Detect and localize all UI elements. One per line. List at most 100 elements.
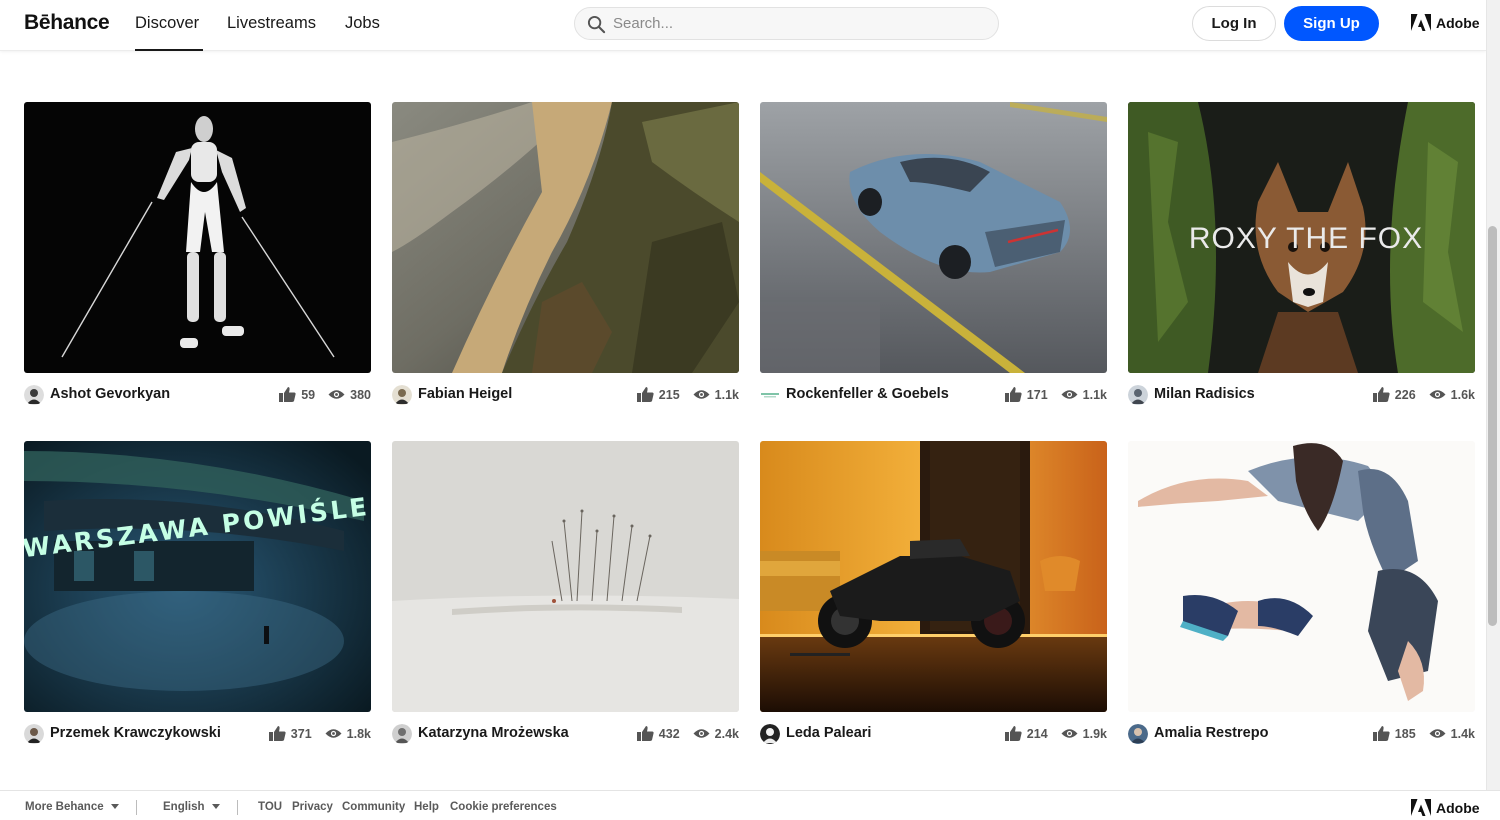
- view-count: 1.6k: [1450, 387, 1475, 402]
- project-thumbnail[interactable]: [1128, 441, 1475, 712]
- view-count: 1.1k: [714, 387, 739, 402]
- scrollbar-thumb[interactable]: [1488, 226, 1497, 626]
- language-selector[interactable]: English: [163, 801, 220, 813]
- project-meta: Milan Radisics 226 1.6k: [1128, 383, 1475, 409]
- nav-livestreams[interactable]: Livestreams: [227, 14, 316, 33]
- owner-name[interactable]: Rockenfeller & Goebels: [786, 386, 949, 402]
- search-bar[interactable]: [574, 7, 999, 40]
- more-behance-menu[interactable]: More Behance: [25, 801, 119, 813]
- search-icon: [587, 15, 606, 34]
- adobe-footer-link[interactable]: Adobe: [1411, 799, 1480, 816]
- owner-avatar[interactable]: [24, 724, 44, 744]
- project-card[interactable]: ROXY THE FOX Milan Radisics 226 1.6k: [1128, 102, 1475, 409]
- top-navigation: Bēhance Discover Livestreams Jobs Log In…: [0, 0, 1486, 51]
- project-card[interactable]: WARSZAWA POWIŚLE Przemek Krawczykowski 3…: [24, 441, 371, 748]
- footer-link-tou[interactable]: TOU: [258, 801, 282, 813]
- nav-jobs[interactable]: Jobs: [345, 14, 380, 33]
- owner-name[interactable]: Katarzyna Mrożewska: [418, 725, 569, 741]
- adobe-label: Adobe: [1436, 799, 1480, 816]
- project-stats: 226 1.6k: [1372, 387, 1475, 402]
- nav-discover[interactable]: Discover: [135, 14, 199, 33]
- owner-avatar[interactable]: [392, 724, 412, 744]
- footer-link-cookie-preferences[interactable]: Cookie preferences: [450, 801, 557, 813]
- active-tab-indicator: [135, 49, 203, 51]
- view-icon: [1429, 729, 1446, 738]
- like-count: 59: [301, 387, 316, 402]
- like-icon: [268, 726, 286, 741]
- view-icon: [325, 729, 342, 738]
- like-count: 432: [658, 726, 680, 741]
- like-icon: [1004, 387, 1022, 402]
- adobe-link[interactable]: Adobe: [1411, 14, 1480, 31]
- project-meta: Amalia Restrepo 185 1.4k: [1128, 722, 1475, 748]
- project-thumbnail[interactable]: ROXY THE FOX: [1128, 102, 1475, 373]
- owner-name[interactable]: Milan Radisics: [1154, 386, 1255, 402]
- behance-logo[interactable]: Bēhance: [24, 11, 110, 35]
- project-thumbnail[interactable]: [392, 102, 739, 373]
- project-stats: 171 1.1k: [1004, 387, 1107, 402]
- login-button[interactable]: Log In: [1192, 6, 1276, 41]
- like-count: 215: [658, 387, 680, 402]
- project-thumbnail[interactable]: [392, 441, 739, 712]
- like-count: 214: [1026, 726, 1048, 741]
- project-thumbnail[interactable]: [760, 102, 1107, 373]
- project-image: ROXY THE FOX: [1128, 102, 1475, 373]
- owner-name[interactable]: Amalia Restrepo: [1154, 725, 1268, 741]
- project-meta: Fabian Heigel 215 1.1k: [392, 383, 739, 409]
- view-count: 1.8k: [346, 726, 371, 741]
- owner-avatar[interactable]: [1128, 385, 1148, 405]
- owner-avatar[interactable]: [760, 385, 780, 405]
- owner-avatar[interactable]: [392, 385, 412, 405]
- footer-link-community[interactable]: Community: [342, 801, 405, 813]
- adobe-logo-icon: [1411, 799, 1431, 816]
- project-card[interactable]: Amalia Restrepo 185 1.4k: [1128, 441, 1475, 748]
- view-count: 1.4k: [1450, 726, 1475, 741]
- like-icon: [636, 387, 654, 402]
- project-card[interactable]: Leda Paleari 214 1.9k: [760, 441, 1107, 748]
- view-icon: [1429, 390, 1446, 399]
- signup-button[interactable]: Sign Up: [1284, 6, 1379, 41]
- like-icon: [1372, 387, 1390, 402]
- project-meta: Przemek Krawczykowski 371 1.8k: [24, 722, 371, 748]
- project-card[interactable]: Ashot Gevorkyan 59 380: [24, 102, 371, 409]
- project-card[interactable]: Katarzyna Mrożewska 432 2.4k: [392, 441, 739, 748]
- project-stats: 432 2.4k: [636, 726, 739, 741]
- project-stats: 214 1.9k: [1004, 726, 1107, 741]
- like-count: 171: [1026, 387, 1048, 402]
- project-thumbnail[interactable]: WARSZAWA POWIŚLE: [24, 441, 371, 712]
- project-meta: Ashot Gevorkyan 59 380: [24, 383, 371, 409]
- like-count: 371: [290, 726, 312, 741]
- view-icon: [328, 390, 345, 399]
- view-count: 380: [350, 387, 371, 402]
- footer-link-help[interactable]: Help: [414, 801, 439, 813]
- project-stats: 215 1.1k: [636, 387, 739, 402]
- like-count: 185: [1394, 726, 1416, 741]
- caret-down-icon: [211, 804, 220, 810]
- project-image: [1128, 441, 1475, 712]
- owner-name[interactable]: Leda Paleari: [786, 725, 871, 741]
- like-icon: [636, 726, 654, 741]
- project-stats: 185 1.4k: [1372, 726, 1475, 741]
- footer-link-privacy[interactable]: Privacy: [292, 801, 333, 813]
- view-icon: [1061, 390, 1078, 399]
- owner-name[interactable]: Przemek Krawczykowski: [50, 725, 221, 741]
- owner-name[interactable]: Fabian Heigel: [418, 386, 512, 402]
- search-input[interactable]: [613, 8, 983, 39]
- project-image: [760, 441, 1107, 712]
- project-card[interactable]: Rockenfeller & Goebels 171 1.1k: [760, 102, 1107, 409]
- owner-avatar[interactable]: [24, 385, 44, 405]
- like-icon: [1372, 726, 1390, 741]
- project-image: [392, 441, 739, 712]
- project-thumbnail[interactable]: [24, 102, 371, 373]
- project-meta: Leda Paleari 214 1.9k: [760, 722, 1107, 748]
- owner-avatar[interactable]: [760, 724, 780, 744]
- project-card[interactable]: Fabian Heigel 215 1.1k: [392, 102, 739, 409]
- divider: [237, 800, 238, 815]
- project-thumbnail[interactable]: [760, 441, 1107, 712]
- divider: [136, 800, 137, 815]
- adobe-logo-icon: [1411, 14, 1431, 31]
- like-icon: [279, 387, 296, 402]
- owner-avatar[interactable]: [1128, 724, 1148, 744]
- owner-name[interactable]: Ashot Gevorkyan: [50, 386, 170, 402]
- view-icon: [1061, 729, 1078, 738]
